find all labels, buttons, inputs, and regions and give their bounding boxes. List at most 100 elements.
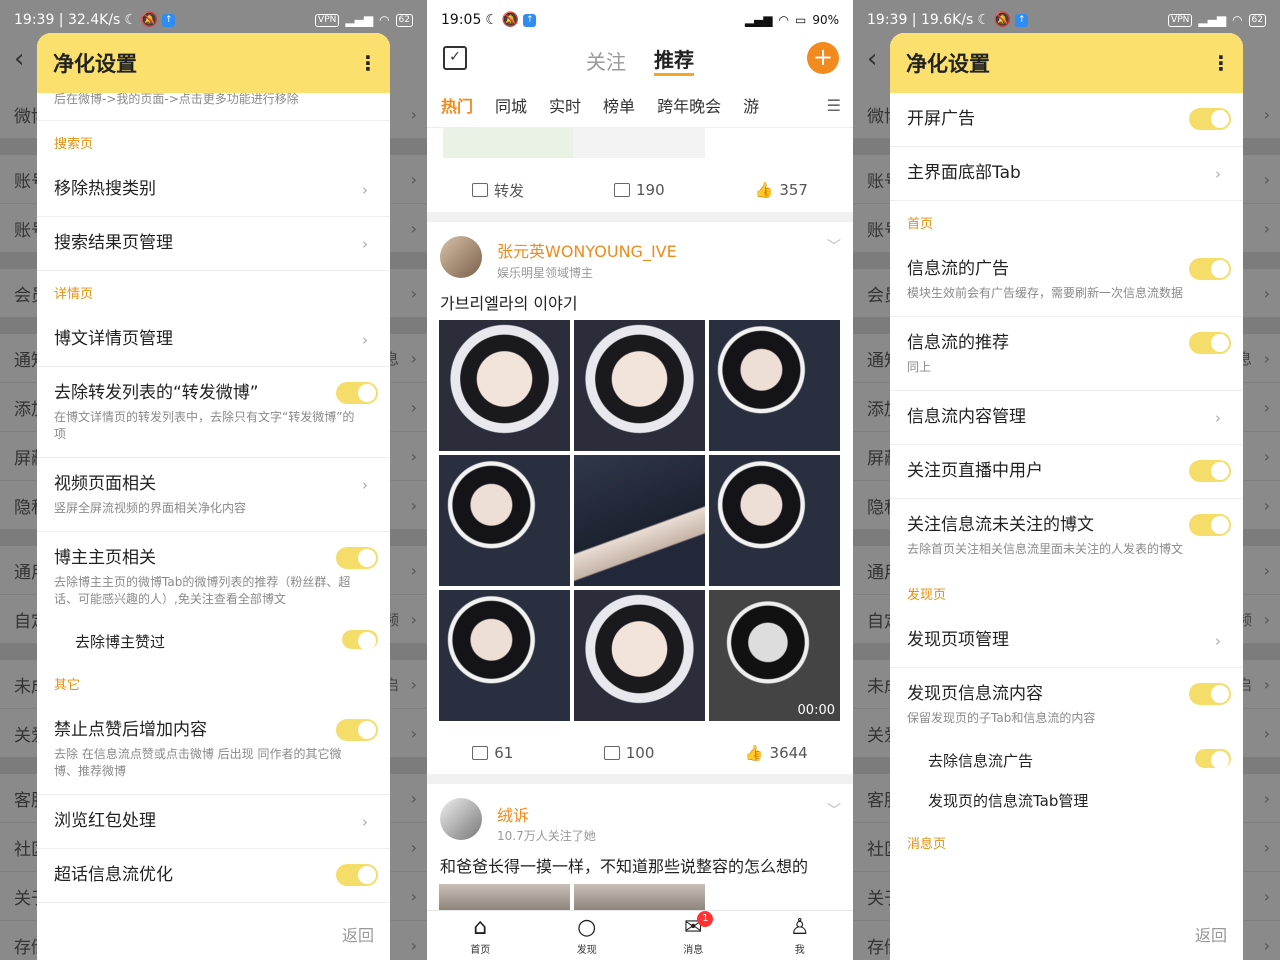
toggle-switch[interactable] xyxy=(342,630,378,650)
like-count: 3644 xyxy=(769,744,808,762)
toggle-switch[interactable] xyxy=(1189,683,1231,705)
more-menu-icon[interactable]: ⋮ xyxy=(358,51,378,75)
right-phone-screen: 19:39 | 19.6K/s ☾ 🔕 ↑ VPN ▂▄▆ ◠ 62 ‹ 微博 ›… xyxy=(853,0,1280,960)
post-photo[interactable] xyxy=(709,320,840,451)
channel-game[interactable]: 游 xyxy=(743,93,759,117)
post-photo[interactable] xyxy=(574,884,705,912)
post-text[interactable]: 和爸爸长得一摸一样，不知道那些说整容的怎么想的 xyxy=(440,853,808,877)
status-time: 19:05 xyxy=(441,12,482,28)
toggle-switch[interactable] xyxy=(336,547,378,569)
post-photo[interactable] xyxy=(574,590,705,721)
video-duration: 00:00 xyxy=(797,703,835,718)
post-author-name[interactable]: 绒诉 xyxy=(497,802,529,826)
back-arrow-icon[interactable]: ‹ xyxy=(867,44,877,74)
item-label: 信息流的推荐 xyxy=(907,333,1009,353)
avatar[interactable] xyxy=(440,236,482,278)
red-packet-item[interactable]: 浏览红包处理 › xyxy=(37,795,390,849)
more-menu-icon[interactable]: ⋮ xyxy=(1211,51,1231,75)
video-page-item[interactable]: 视频页面相关 竖屏全屏流视频的界面相关净化内容 › xyxy=(37,458,390,532)
tab-discover[interactable]: ○ 发现 xyxy=(557,915,617,956)
feed-ad-item: 信息流的广告 模块生效前会有广告缓存，需要刷新一次信息流数据 xyxy=(890,243,1243,317)
post-photo[interactable] xyxy=(439,590,570,721)
like-button[interactable]: 👍 357 xyxy=(755,181,808,199)
repost-button[interactable]: 转发 xyxy=(472,180,524,201)
compose-plus-button[interactable]: + xyxy=(807,42,839,74)
chevron-down-icon[interactable]: ﹀ xyxy=(827,236,841,256)
channel-menu-icon[interactable]: ☰ xyxy=(818,96,841,115)
tab-label: 消息 xyxy=(683,945,704,956)
item-label: 博主主页相关 xyxy=(54,548,156,568)
check-in-calendar-icon[interactable]: ✓ xyxy=(443,46,467,70)
toggle-switch[interactable] xyxy=(1189,332,1231,354)
post-video[interactable]: 00:00 xyxy=(709,590,840,721)
toggle-switch[interactable] xyxy=(1189,514,1231,536)
dialog-footer: 返回 xyxy=(37,908,390,960)
dialog-body: 后在微博->我的页面->点击更多功能进行移除 搜索页 移除热搜类别 › 搜索结果页… xyxy=(37,93,390,960)
back-button[interactable]: 返回 xyxy=(342,922,374,946)
feed-top-bar: ✓ 关注 推荐 + xyxy=(427,40,853,80)
toggle-switch[interactable] xyxy=(336,864,378,886)
tab-messages[interactable]: ✉ 1 消息 xyxy=(663,911,723,956)
discover-items-manage[interactable]: 发现页项管理 › xyxy=(890,614,1243,668)
back-arrow-icon[interactable]: ‹ xyxy=(14,44,24,74)
chevron-right-icon: › xyxy=(1263,886,1270,906)
toggle-switch[interactable] xyxy=(1195,749,1231,769)
post-photo[interactable] xyxy=(709,455,840,586)
like-button[interactable]: 👍 3644 xyxy=(745,744,808,762)
repost-icon xyxy=(472,746,489,760)
toggle-switch[interactable] xyxy=(1189,108,1231,130)
comment-button[interactable]: 100 xyxy=(603,744,654,762)
tab-profile[interactable]: ♙ 我 xyxy=(770,915,830,956)
signal-icon: ▂▄▆ xyxy=(744,13,773,27)
tab-following[interactable]: 关注 xyxy=(586,46,626,75)
channel-newyear[interactable]: 跨年晚会 xyxy=(657,93,721,117)
chevron-right-icon: › xyxy=(410,495,417,515)
post-author-name[interactable]: 张元英WONYOUNG_IVE xyxy=(497,238,677,262)
feed-content-manage-item[interactable]: 信息流内容管理 › xyxy=(890,391,1243,445)
toggle-switch[interactable] xyxy=(336,719,378,741)
channel-local[interactable]: 同城 xyxy=(495,93,527,117)
post-author-meta: 10.7万人关注了她 xyxy=(497,829,596,843)
avatar[interactable] xyxy=(440,798,482,840)
remove-hot-search-item[interactable]: 移除热搜类别 › xyxy=(37,163,390,217)
unfollowed-posts-item: 关注信息流未关注的博文 去除首页关注相关信息流里面未关注的人发表的博文 xyxy=(890,499,1243,572)
chevron-right-icon: › xyxy=(410,169,417,189)
item-desc: 去除首页关注相关信息流里面未关注的人发表的博文 xyxy=(907,542,1184,556)
tab-recommended[interactable]: 推荐 xyxy=(654,44,694,76)
comment-icon xyxy=(603,746,620,760)
toggle-switch[interactable] xyxy=(1189,258,1231,280)
search-icon: ○ xyxy=(577,915,597,940)
battery-icon: 62 xyxy=(1248,13,1266,27)
chevron-right-icon: › xyxy=(1263,495,1270,515)
back-button[interactable]: 返回 xyxy=(1195,922,1227,946)
tab-home[interactable]: ⌂ 首页 xyxy=(450,915,510,956)
status-time: 19:39 | 32.4K/s xyxy=(14,12,121,28)
bottom-tab-item[interactable]: 主界面底部Tab › xyxy=(890,147,1243,201)
previous-post-image[interactable] xyxy=(573,128,705,158)
item-label: 禁止点赞后增加内容 xyxy=(54,720,207,740)
purify-settings-dialog: 净化设置 ⋮ 后在微博->我的页面->点击更多功能进行移除 搜索页 移除热搜类别… xyxy=(37,33,390,960)
channel-hot[interactable]: 热门 xyxy=(441,93,473,117)
post-photo[interactable] xyxy=(439,884,570,912)
post-text[interactable]: 가브리엘라의 이야기 xyxy=(440,290,578,314)
post-photo[interactable] xyxy=(574,455,705,586)
search-result-manage-item[interactable]: 搜索结果页管理 › xyxy=(37,217,390,271)
post-photo[interactable] xyxy=(439,320,570,451)
toggle-switch[interactable] xyxy=(336,382,378,404)
repost-button[interactable]: 61 xyxy=(472,744,513,762)
like-count: 357 xyxy=(779,181,808,199)
discover-feed-tab-manage-item[interactable]: 发现页的信息流Tab管理 xyxy=(890,781,1243,821)
item-desc: 去除 在信息流点赞或点击微博 后出现 同作者的其它微博、推荐微博 xyxy=(54,747,342,778)
chevron-down-icon[interactable]: ﹀ xyxy=(827,800,841,820)
chevron-right-icon: › xyxy=(1263,397,1270,417)
detail-page-manage-item[interactable]: 博文详情页管理 › xyxy=(37,313,390,367)
channel-bar: 热门 同城 实时 榜单 跨年晚会 游 ☰ xyxy=(427,82,853,128)
toggle-switch[interactable] xyxy=(1189,460,1231,482)
item-label: 发现页项管理 xyxy=(907,630,1009,650)
comment-button[interactable]: 190 xyxy=(614,181,665,199)
moon-icon: ☾ xyxy=(124,12,137,28)
post-photo[interactable] xyxy=(439,455,570,586)
channel-realtime[interactable]: 实时 xyxy=(549,93,581,117)
post-photo[interactable] xyxy=(574,320,705,451)
channel-rank[interactable]: 榜单 xyxy=(603,93,635,117)
